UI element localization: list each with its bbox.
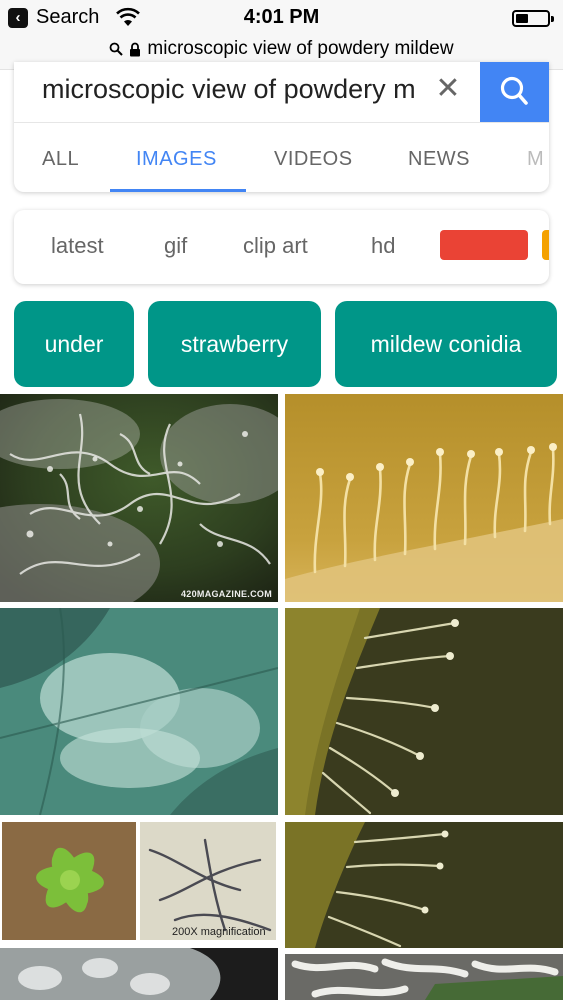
chip-color-orange[interactable] bbox=[542, 230, 549, 260]
tab-news[interactable]: NEWS bbox=[408, 148, 470, 171]
url-text: microscopic view of powdery mildew bbox=[147, 38, 454, 59]
clock: 4:01 PM bbox=[243, 6, 320, 28]
image-thumbnail bbox=[0, 948, 278, 1000]
image-caption: 200X magnification bbox=[172, 926, 266, 938]
image-thumbnail bbox=[285, 608, 563, 815]
tab-all[interactable]: ALL bbox=[42, 148, 79, 171]
chip-gif[interactable]: gif bbox=[164, 233, 187, 259]
image-result[interactable] bbox=[285, 608, 563, 815]
image-result[interactable]: 200X magnification bbox=[0, 820, 278, 942]
image-thumbnail bbox=[285, 394, 563, 602]
chip-color-red[interactable] bbox=[440, 230, 528, 260]
image-thumbnail bbox=[285, 822, 563, 948]
search-icon bbox=[500, 76, 528, 105]
image-result[interactable] bbox=[0, 948, 278, 1000]
image-result[interactable]: 420MAGAZINE.COM bbox=[0, 394, 278, 602]
image-thumbnail bbox=[0, 394, 278, 602]
image-thumbnail bbox=[2, 822, 276, 940]
status-bar: ‹ Search 4:01 PM bbox=[0, 0, 563, 36]
battery-icon bbox=[512, 10, 554, 27]
image-result[interactable] bbox=[285, 394, 563, 602]
clear-icon[interactable]: ✕ bbox=[434, 72, 462, 106]
image-result[interactable] bbox=[285, 954, 563, 1000]
related-pill-mildew-conidia[interactable]: mildew conidia bbox=[335, 301, 557, 387]
tab-videos[interactable]: VIDEOS bbox=[274, 148, 353, 171]
search-button[interactable] bbox=[480, 62, 549, 122]
chip-latest[interactable]: latest bbox=[51, 233, 104, 259]
image-caption: 420MAGAZINE.COM bbox=[180, 589, 272, 599]
tab-more[interactable]: M bbox=[527, 148, 544, 171]
search-input[interactable]: microscopic view of powdery m bbox=[42, 74, 442, 105]
tab-images[interactable]: IMAGES bbox=[136, 148, 217, 171]
chip-clip-art[interactable]: clip art bbox=[243, 233, 308, 259]
lock-icon bbox=[130, 42, 141, 56]
image-result[interactable] bbox=[285, 822, 563, 948]
active-tab-indicator bbox=[110, 189, 246, 192]
related-pill-strawberry[interactable]: strawberry bbox=[148, 301, 321, 387]
image-thumbnail bbox=[0, 608, 278, 815]
chip-hd[interactable]: hd bbox=[371, 233, 395, 259]
search-card: microscopic view of powdery m ✕ ALL IMAG… bbox=[14, 62, 549, 192]
image-result[interactable] bbox=[0, 608, 278, 815]
search-icon bbox=[109, 42, 124, 56]
filter-chips: latest gif clip art hd bbox=[14, 210, 549, 284]
related-pill-under[interactable]: under bbox=[14, 301, 134, 387]
image-thumbnail bbox=[285, 954, 563, 1000]
search-tabs: ALL IMAGES VIDEOS NEWS M bbox=[14, 122, 549, 192]
